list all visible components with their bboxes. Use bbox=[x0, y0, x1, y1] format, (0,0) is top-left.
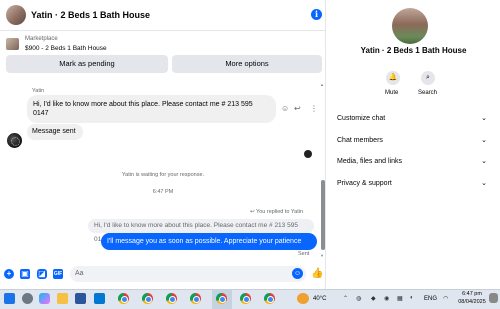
tray-app-icon[interactable]: ◐ bbox=[410, 295, 414, 301]
row-label: Chat members bbox=[337, 137, 383, 144]
replied-to-label: ↩ You replied to Yatin bbox=[250, 209, 303, 215]
replied-to-text: You replied to Yatin bbox=[256, 209, 304, 215]
row-label: Privacy & support bbox=[337, 180, 392, 187]
seen-avatar-icon bbox=[304, 150, 312, 158]
search-icon[interactable]: ⌕ bbox=[421, 71, 435, 85]
chrome-icon[interactable] bbox=[166, 293, 177, 304]
search-label[interactable]: Search bbox=[418, 90, 437, 96]
tray-app-icon[interactable]: ◆ bbox=[371, 295, 376, 302]
chat-title[interactable]: Yatin · 2 Beds 1 Bath House bbox=[31, 10, 150, 20]
tray-app-icon[interactable]: ◉ bbox=[384, 295, 389, 302]
chrome-icon[interactable] bbox=[118, 293, 129, 304]
gif-icon[interactable]: GIF bbox=[53, 269, 63, 279]
react-emoji-icon[interactable]: ☺ bbox=[281, 104, 289, 113]
chrome-icon[interactable] bbox=[264, 293, 275, 304]
row-label: Media, files and links bbox=[337, 158, 402, 165]
sticker-icon[interactable]: ◪ bbox=[37, 269, 47, 279]
mark-as-pending-button[interactable]: Mark as pending bbox=[6, 55, 168, 73]
incoming-message[interactable]: Hi, I'd like to know more about this pla… bbox=[27, 95, 276, 123]
listing-thumbnail[interactable] bbox=[6, 38, 19, 50]
photo-icon[interactable]: ▣ bbox=[20, 269, 30, 279]
tray-app-icon[interactable]: ◍ bbox=[356, 295, 361, 302]
more-options-button[interactable]: More options bbox=[172, 55, 322, 73]
waiting-status: Yatin is waiting for your response. bbox=[121, 172, 205, 178]
scroll-down-arrow-icon[interactable]: ▼ bbox=[320, 253, 324, 258]
panel-title: Yatin · 2 Beds 1 Bath House bbox=[360, 46, 467, 55]
quoted-message[interactable]: Hi, I'd like to know more about this pla… bbox=[88, 219, 314, 243]
wifi-icon[interactable]: ◠ bbox=[443, 295, 448, 302]
chevron-down-icon: ⌄ bbox=[481, 158, 487, 165]
sent-status: Sent bbox=[298, 251, 310, 257]
windows-start-icon[interactable] bbox=[4, 293, 15, 304]
time-separator: 6:47 PM bbox=[152, 189, 174, 195]
notification-icon[interactable] bbox=[489, 293, 498, 303]
temperature-label[interactable]: 40°C bbox=[313, 296, 326, 302]
copilot-icon[interactable] bbox=[39, 293, 50, 304]
media-files-links-row[interactable]: Media, files and links ⌄ bbox=[337, 155, 487, 169]
contact-avatar bbox=[7, 133, 22, 148]
chat-members-row[interactable]: Chat members ⌄ bbox=[337, 134, 487, 148]
reply-icon[interactable]: ↩ bbox=[294, 104, 301, 113]
row-label: Customize chat bbox=[337, 115, 386, 122]
more-actions-icon[interactable]: ⋮ bbox=[310, 104, 318, 113]
chrome-icon[interactable] bbox=[216, 293, 227, 304]
outgoing-message[interactable]: I'll message you as soon as possible. Ap… bbox=[101, 233, 317, 250]
chevron-down-icon: ⌄ bbox=[481, 180, 487, 187]
marketplace-label: Marketplace bbox=[25, 36, 58, 42]
file-explorer-icon[interactable] bbox=[57, 293, 68, 304]
plus-icon[interactable]: + bbox=[4, 269, 14, 279]
message-sender-name: Yatin bbox=[32, 88, 45, 94]
emoji-icon[interactable]: ☺ bbox=[292, 268, 303, 279]
scrollbar-thumb[interactable] bbox=[321, 180, 325, 250]
chevron-down-icon: ⌄ bbox=[481, 137, 487, 144]
scroll-up-arrow-icon[interactable]: ▲ bbox=[320, 82, 324, 87]
weather-icon[interactable] bbox=[297, 293, 309, 304]
listing-title[interactable]: $900 - 2 Beds 1 Bath House bbox=[25, 45, 107, 52]
word-icon[interactable] bbox=[75, 293, 86, 304]
clock-time[interactable]: 6:47 pm bbox=[456, 291, 488, 297]
bell-icon[interactable]: 🔔 bbox=[386, 71, 400, 85]
message-sent-bubble[interactable]: Message sent bbox=[27, 124, 83, 140]
chevron-down-icon: ⌄ bbox=[481, 115, 487, 122]
clock-date[interactable]: 08/04/2025 bbox=[456, 299, 488, 305]
chrome-icon[interactable] bbox=[142, 293, 153, 304]
customize-chat-row[interactable]: Customize chat ⌄ bbox=[337, 112, 487, 126]
info-icon[interactable]: i bbox=[311, 9, 322, 20]
taskbar-search-icon[interactable] bbox=[22, 293, 33, 304]
thumbs-up-icon[interactable]: 👍 bbox=[311, 268, 323, 279]
store-icon[interactable] bbox=[94, 293, 105, 304]
mute-label[interactable]: Mute bbox=[385, 90, 398, 96]
language-indicator[interactable]: ENG bbox=[424, 296, 437, 302]
privacy-support-row[interactable]: Privacy & support ⌄ bbox=[337, 177, 487, 191]
chrome-icon[interactable] bbox=[190, 293, 201, 304]
chat-avatar[interactable] bbox=[6, 5, 26, 25]
tray-chevron-up-icon[interactable]: ⌃ bbox=[343, 295, 348, 302]
tray-app-icon[interactable]: ▦ bbox=[397, 295, 403, 302]
listing-photo[interactable] bbox=[392, 8, 428, 44]
message-input[interactable]: Aa bbox=[70, 266, 306, 282]
chrome-icon[interactable] bbox=[240, 293, 251, 304]
